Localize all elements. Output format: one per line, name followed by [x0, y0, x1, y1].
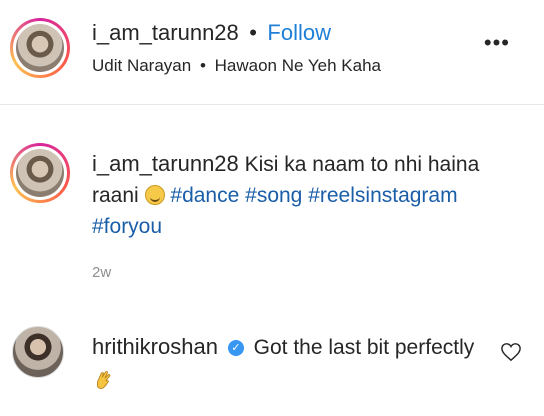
comment-text: Got the last bit perfectly: [253, 336, 475, 359]
verified-badge-icon: ✓: [227, 340, 244, 357]
author-username[interactable]: i_am_tarunn28: [92, 20, 239, 45]
caption-username[interactable]: i_am_tarunn28: [92, 151, 239, 176]
hashtag-foryou[interactable]: #foryou: [92, 215, 162, 238]
commenter-username[interactable]: hrithikroshan: [92, 334, 218, 359]
audio-separator: •: [199, 56, 206, 75]
audio-artist: Udit Narayan: [92, 56, 192, 75]
author-avatar[interactable]: [10, 18, 70, 78]
audio-info[interactable]: Udit Narayan • Hawaon Ne Yeh Kaha: [92, 56, 381, 76]
hashtag-dance[interactable]: #dance: [170, 184, 239, 207]
hashtag-song[interactable]: #song: [245, 184, 302, 207]
follow-button[interactable]: Follow: [267, 20, 331, 45]
post-header-line-1: i_am_tarunn28 • Follow: [92, 20, 331, 46]
clapping-hands-icon: [97, 370, 111, 389]
more-options-icon[interactable]: •••: [484, 32, 510, 54]
hashtag-reelsinstagram[interactable]: #reelsinstagram: [308, 184, 457, 207]
post-header: i_am_tarunn28 • Follow Udit Narayan • Ha…: [0, 0, 544, 105]
caption-timestamp[interactable]: 2w: [92, 264, 111, 281]
smiling-face-icon: [144, 185, 165, 205]
separator-dot: •: [249, 20, 257, 45]
post-caption: i_am_tarunn28 Kisi ka naam to nhi haina …: [92, 148, 522, 242]
caption-avatar[interactable]: [10, 143, 70, 203]
comment: hrithikroshan ✓ Got the last bit perfect…: [92, 330, 492, 397]
heart-icon[interactable]: [500, 342, 522, 362]
commenter-avatar[interactable]: [12, 326, 64, 378]
audio-song: Hawaon Ne Yeh Kaha: [214, 56, 381, 75]
